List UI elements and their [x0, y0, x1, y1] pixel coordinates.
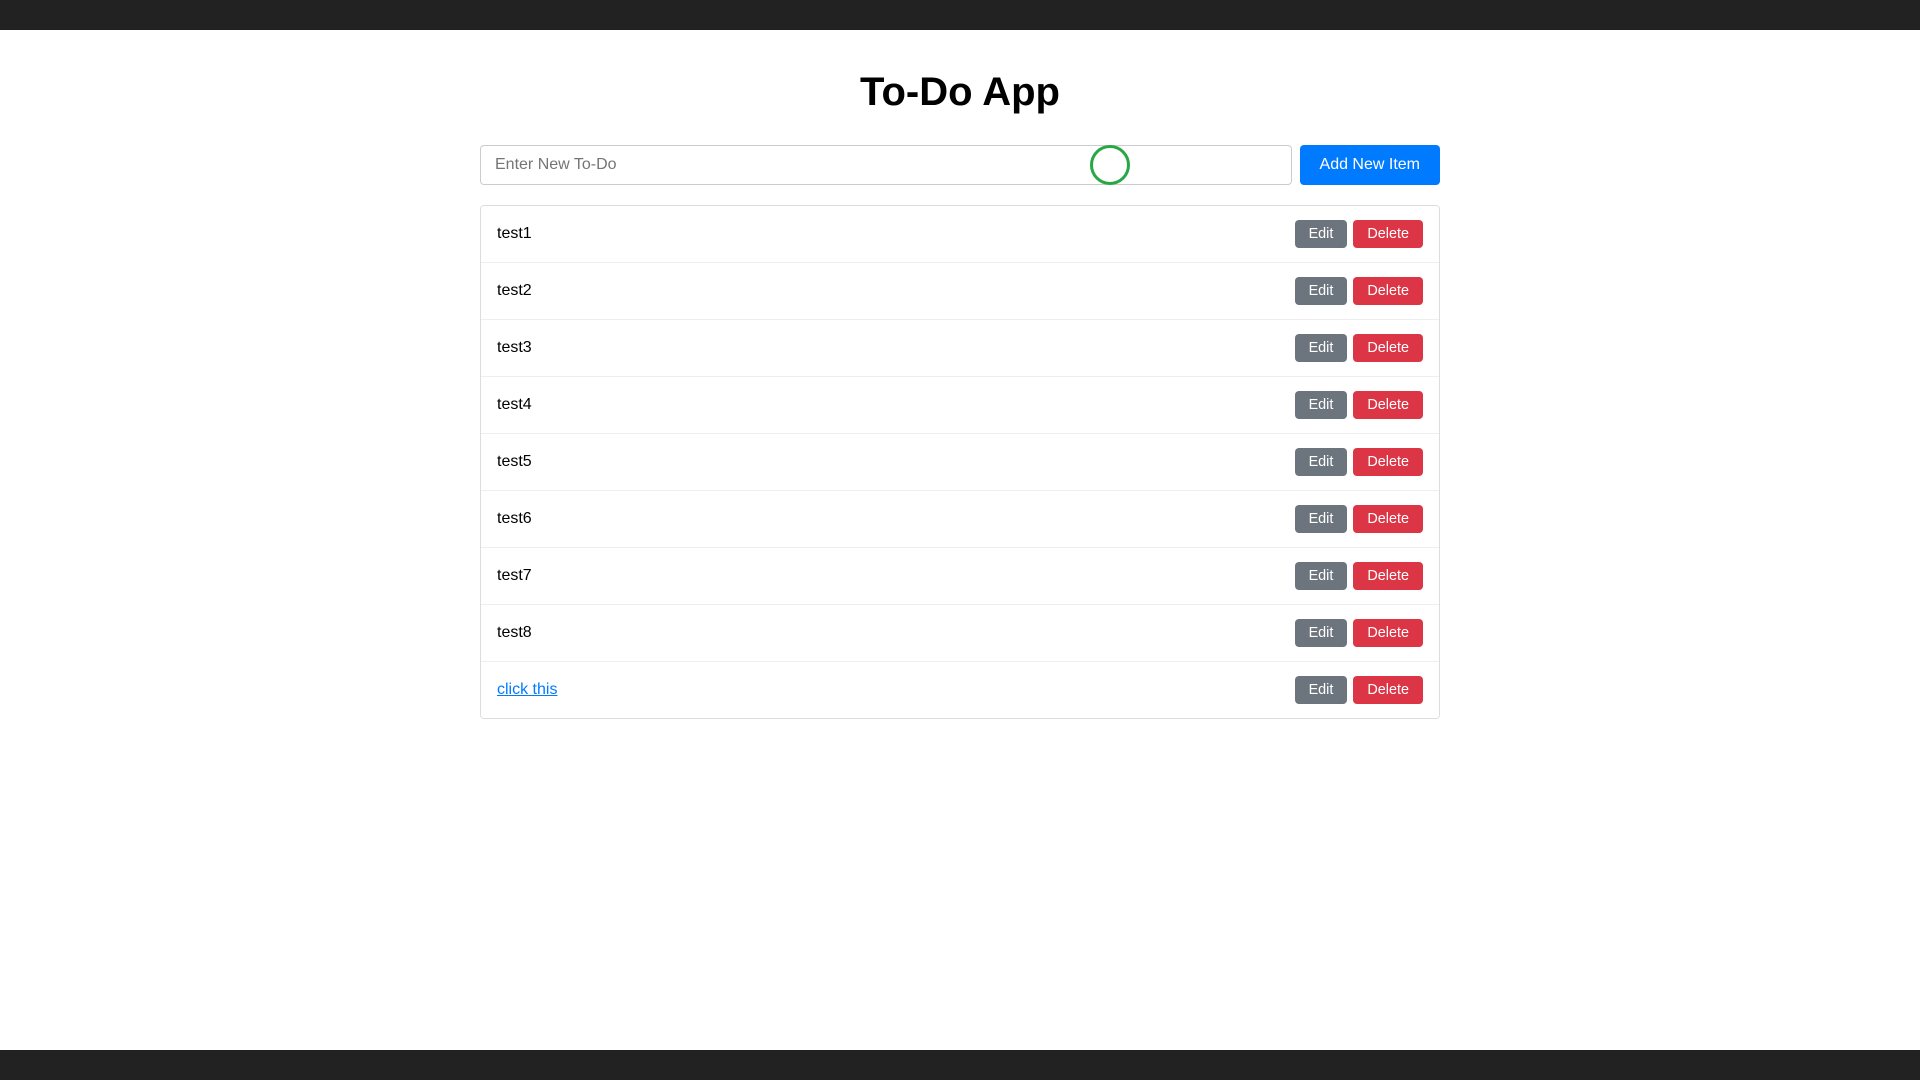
delete-button[interactable]: Delete [1353, 334, 1423, 362]
todo-text: test1 [497, 225, 532, 243]
delete-button[interactable]: Delete [1353, 619, 1423, 647]
todo-item-buttons: EditDelete [1295, 448, 1423, 476]
delete-button[interactable]: Delete [1353, 277, 1423, 305]
todo-item: test5 EditDelete [481, 434, 1439, 491]
edit-button[interactable]: Edit [1295, 448, 1348, 476]
edit-button[interactable]: Edit [1295, 676, 1348, 704]
edit-button[interactable]: Edit [1295, 562, 1348, 590]
todo-item: click this EditDelete [481, 662, 1439, 718]
delete-button[interactable]: Delete [1353, 391, 1423, 419]
todo-text: test6 [497, 510, 532, 528]
delete-button[interactable]: Delete [1353, 505, 1423, 533]
todo-link-text[interactable]: click this [497, 681, 557, 699]
todo-text: test8 [497, 624, 532, 642]
edit-button[interactable]: Edit [1295, 619, 1348, 647]
todo-item: test8 EditDelete [481, 605, 1439, 662]
todo-item: test6 EditDelete [481, 491, 1439, 548]
delete-button[interactable]: Delete [1353, 676, 1423, 704]
todo-item-buttons: EditDelete [1295, 505, 1423, 533]
todo-item-buttons: EditDelete [1295, 220, 1423, 248]
edit-button[interactable]: Edit [1295, 505, 1348, 533]
todo-item-buttons: EditDelete [1295, 562, 1423, 590]
todo-item-buttons: EditDelete [1295, 619, 1423, 647]
delete-button[interactable]: Delete [1353, 448, 1423, 476]
todo-text: test4 [497, 396, 532, 414]
new-todo-input[interactable] [480, 145, 1292, 185]
todo-item-buttons: EditDelete [1295, 277, 1423, 305]
input-row: Add New Item [480, 145, 1440, 185]
top-bar [0, 0, 1920, 30]
app-title: To-Do App [480, 70, 1440, 115]
todo-text: test5 [497, 453, 532, 471]
todo-item: test3 EditDelete [481, 320, 1439, 377]
todo-item: test2 EditDelete [481, 263, 1439, 320]
edit-button[interactable]: Edit [1295, 277, 1348, 305]
edit-button[interactable]: Edit [1295, 220, 1348, 248]
delete-button[interactable]: Delete [1353, 220, 1423, 248]
edit-button[interactable]: Edit [1295, 334, 1348, 362]
todo-item: test7 EditDelete [481, 548, 1439, 605]
todo-item-buttons: EditDelete [1295, 391, 1423, 419]
edit-button[interactable]: Edit [1295, 391, 1348, 419]
delete-button[interactable]: Delete [1353, 562, 1423, 590]
todo-item: test1 EditDelete [481, 206, 1439, 263]
todo-list: test1EditDeletetest2EditDeletetest3EditD… [480, 205, 1440, 719]
bottom-bar [0, 1050, 1920, 1080]
todo-item-buttons: EditDelete [1295, 334, 1423, 362]
todo-text: test3 [497, 339, 532, 357]
todo-text: test2 [497, 282, 532, 300]
add-new-item-button[interactable]: Add New Item [1300, 145, 1440, 185]
todo-item: test4 EditDelete [481, 377, 1439, 434]
todo-text: test7 [497, 567, 532, 585]
todo-item-buttons: EditDelete [1295, 676, 1423, 704]
